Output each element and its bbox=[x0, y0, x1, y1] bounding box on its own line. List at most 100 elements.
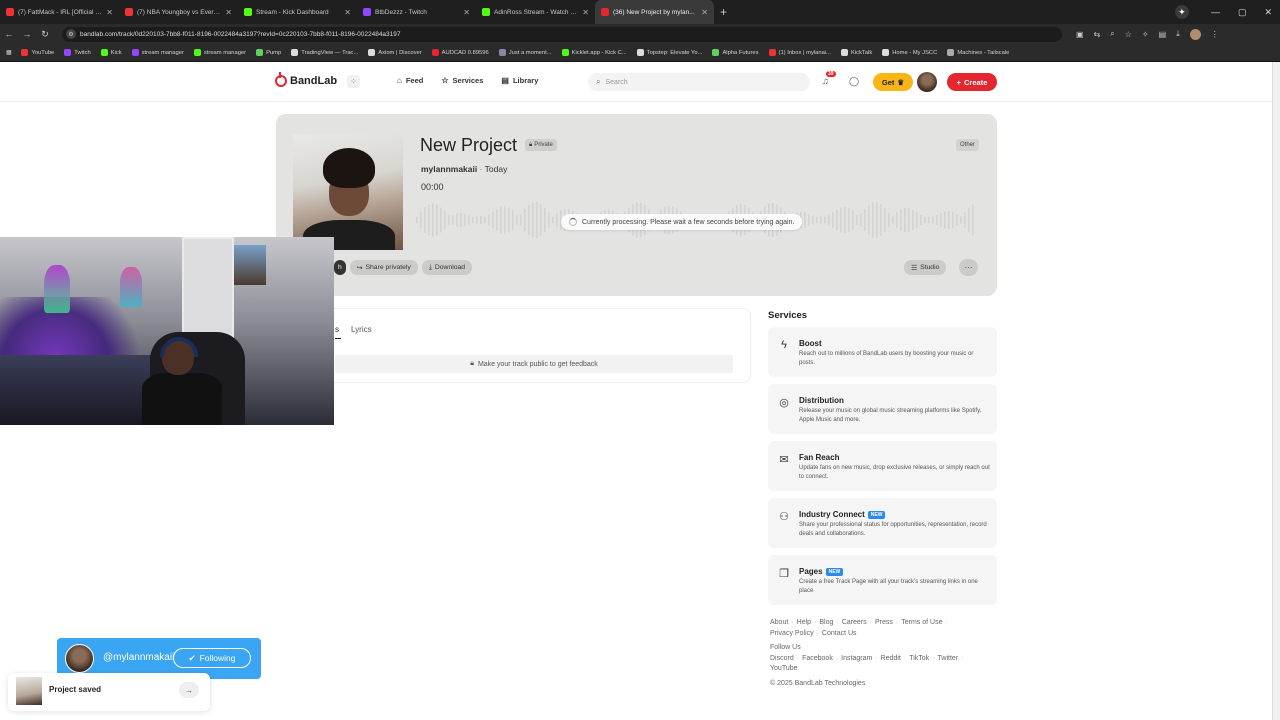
bell-icon[interactable]: ♫ bbox=[822, 76, 829, 86]
bookmark[interactable]: TradingView — Trac... bbox=[291, 49, 358, 56]
check-icon: ✔ bbox=[188, 652, 196, 663]
footer-links-row: Privacy Policy · Contact Us bbox=[770, 629, 997, 640]
bookmark[interactable]: (1) Inbox | mylanai... bbox=[768, 49, 831, 56]
tab-lyrics[interactable]: Lyrics bbox=[351, 325, 372, 334]
close-window-icon[interactable]: ✕ bbox=[1264, 7, 1272, 18]
footer-link-help[interactable]: Help bbox=[797, 618, 811, 629]
site-info-icon[interactable]: ⚙ bbox=[66, 29, 76, 39]
artist-name[interactable]: mylannmakaii bbox=[421, 164, 477, 174]
bookmark[interactable]: Axiom | Discover bbox=[368, 49, 422, 56]
download-button[interactable]: ⤓ Download bbox=[421, 260, 473, 275]
browser-tab[interactable]: AdinRoss Stream - Watch Live o ✕ bbox=[476, 0, 595, 24]
apps-icon[interactable]: ▦ bbox=[6, 50, 11, 56]
nav-library[interactable]: ▤ Library bbox=[501, 76, 538, 85]
apps-grid-icon[interactable]: ⁘ bbox=[347, 75, 360, 88]
share-button[interactable]: h bbox=[334, 260, 346, 275]
library-icon: ▤ bbox=[501, 76, 509, 85]
social-link-instagram[interactable]: Instagram bbox=[841, 654, 872, 665]
bookmark[interactable]: stream manager bbox=[193, 49, 246, 56]
footer-link-contact[interactable]: Contact Us bbox=[822, 629, 857, 640]
bookmark[interactable]: Kick bbox=[100, 49, 122, 56]
footer-link-press[interactable]: Press bbox=[875, 618, 893, 629]
social-link-discord[interactable]: Discord bbox=[770, 654, 794, 665]
zoom-icon[interactable]: ⌕ bbox=[1110, 29, 1114, 39]
close-icon[interactable]: ✕ bbox=[701, 8, 708, 17]
service-pages[interactable]: ❐ Pages NEW Create a free Track Page with… bbox=[768, 555, 997, 605]
bookmark[interactable]: Machines - Tailscale bbox=[947, 49, 1009, 56]
bookmark[interactable]: Home - My JSCC bbox=[882, 49, 937, 56]
close-icon[interactable]: ✕ bbox=[225, 8, 232, 17]
browser-tab[interactable]: BtbDezzz - Twitch ✕ bbox=[357, 0, 476, 24]
close-icon[interactable]: ✕ bbox=[582, 8, 589, 17]
service-distribution[interactable]: ◎ Distribution Release your music on glo… bbox=[768, 384, 997, 434]
arrow-right-icon[interactable]: → bbox=[179, 682, 199, 698]
get-membership-button[interactable]: Get ♛ bbox=[873, 73, 913, 91]
browser-tab[interactable]: Stream - Kick Dashboard ✕ bbox=[238, 0, 357, 24]
reload-icon[interactable]: ↻ bbox=[36, 29, 54, 40]
browser-tab[interactable]: (7) FattMack - IRL [Official Mus ✕ bbox=[0, 0, 119, 24]
install-icon[interactable]: ▣ bbox=[1076, 30, 1084, 39]
service-boost[interactable]: ϟ Boost Reach out to millions of BandLab… bbox=[768, 327, 997, 377]
footer-link-about[interactable]: About bbox=[770, 618, 788, 629]
footer-link-privacy[interactable]: Privacy Policy bbox=[770, 629, 814, 640]
social-link-twitter[interactable]: Twitter bbox=[938, 654, 959, 665]
more-options-button[interactable]: ··· bbox=[959, 259, 978, 276]
new-tab-icon[interactable]: + bbox=[720, 5, 727, 19]
social-link-youtube[interactable]: YouTube bbox=[770, 664, 798, 675]
close-icon[interactable]: ✕ bbox=[106, 8, 113, 17]
nav-services[interactable]: ☆ Services bbox=[441, 76, 483, 85]
create-button[interactable]: + Create bbox=[947, 73, 997, 91]
social-link-reddit[interactable]: Reddit bbox=[881, 654, 901, 665]
social-link-tiktok[interactable]: TikTok bbox=[909, 654, 929, 665]
footer-link-careers[interactable]: Careers bbox=[842, 618, 867, 629]
footer-link-terms[interactable]: Terms of Use bbox=[901, 618, 942, 629]
minimize-icon[interactable]: — bbox=[1211, 7, 1220, 17]
social-link-facebook[interactable]: Facebook bbox=[802, 654, 833, 665]
track-cover-art[interactable] bbox=[293, 134, 403, 250]
genre-badge[interactable]: Other bbox=[956, 139, 980, 151]
following-button[interactable]: ✔ Following bbox=[173, 648, 251, 668]
close-icon[interactable]: ✕ bbox=[344, 8, 351, 17]
bookmark[interactable]: stream manager bbox=[131, 49, 184, 56]
user-avatar[interactable] bbox=[917, 72, 937, 92]
bookmark[interactable]: KickTalk bbox=[840, 49, 872, 56]
bandlab-logo[interactable]: BandLab bbox=[275, 72, 337, 87]
menu-icon[interactable]: ⋮ bbox=[1211, 30, 1219, 39]
footer-link-blog[interactable]: Blog bbox=[819, 618, 833, 629]
waveform-bar bbox=[504, 206, 506, 234]
download-icon[interactable]: ⤓ bbox=[1176, 29, 1180, 39]
tab-comments[interactable]: s bbox=[335, 325, 341, 339]
bookmark[interactable]: Twitch bbox=[64, 49, 91, 56]
nav-feed[interactable]: ⌂ Feed bbox=[397, 76, 423, 85]
site-header: BandLab ⁘ ⌂ Feed ☆ Services ▤ Library ⌕ … bbox=[0, 62, 1272, 102]
maximize-icon[interactable]: ▢ bbox=[1238, 7, 1247, 18]
bookmark[interactable]: AUDCAD 0.89596 bbox=[431, 49, 489, 56]
bookmark[interactable]: Topstep: Elevate Yo... bbox=[636, 49, 702, 56]
account-icon[interactable] bbox=[1189, 28, 1201, 40]
bookmark-star-icon[interactable]: ☆ bbox=[1125, 30, 1132, 39]
close-icon[interactable]: ✕ bbox=[463, 8, 470, 17]
studio-button[interactable]: ☰ Studio bbox=[904, 260, 947, 275]
footer-dot: · bbox=[932, 654, 935, 662]
extensions-icon[interactable]: ✧ bbox=[1142, 30, 1149, 39]
back-icon[interactable]: ← bbox=[0, 29, 18, 39]
browser-tab-active[interactable]: (36) New Project by mylan... ✕ bbox=[595, 0, 714, 24]
service-industry-connect[interactable]: ⚇ Industry Connect NEW Share your profess… bbox=[768, 498, 997, 548]
page-scrollbar[interactable] bbox=[1272, 62, 1280, 720]
browser-tab[interactable]: (7) NBA Youngboy vs Everybod ✕ bbox=[119, 0, 238, 24]
service-fan-reach[interactable]: ✉ Fan Reach Update fans on new music, dr… bbox=[768, 441, 997, 491]
bookmark[interactable]: Just a moment... bbox=[498, 49, 552, 56]
messages-icon[interactable]: ◯ bbox=[849, 76, 859, 87]
bookmark[interactable]: Pump bbox=[256, 49, 281, 56]
forward-icon[interactable]: → bbox=[18, 29, 36, 39]
waveform-bar bbox=[828, 215, 830, 225]
sidebar-icon[interactable]: ▤ bbox=[1159, 30, 1167, 39]
bookmark[interactable]: Alpha Futures bbox=[712, 49, 759, 56]
share-privately-button[interactable]: ↪ Share privately bbox=[349, 260, 418, 275]
bookmark[interactable]: Kicklet.app - Kick C... bbox=[561, 49, 627, 56]
url-field[interactable]: ⚙ bandlab.com/track/0d220103-7bb8-f011-8… bbox=[62, 26, 1062, 42]
extension-icon[interactable]: ✦ bbox=[1174, 5, 1189, 19]
translate-icon[interactable]: ⇆ bbox=[1094, 30, 1101, 39]
search-input[interactable]: ⌕ Search bbox=[588, 73, 810, 91]
bookmark[interactable]: YouTube bbox=[21, 49, 54, 56]
